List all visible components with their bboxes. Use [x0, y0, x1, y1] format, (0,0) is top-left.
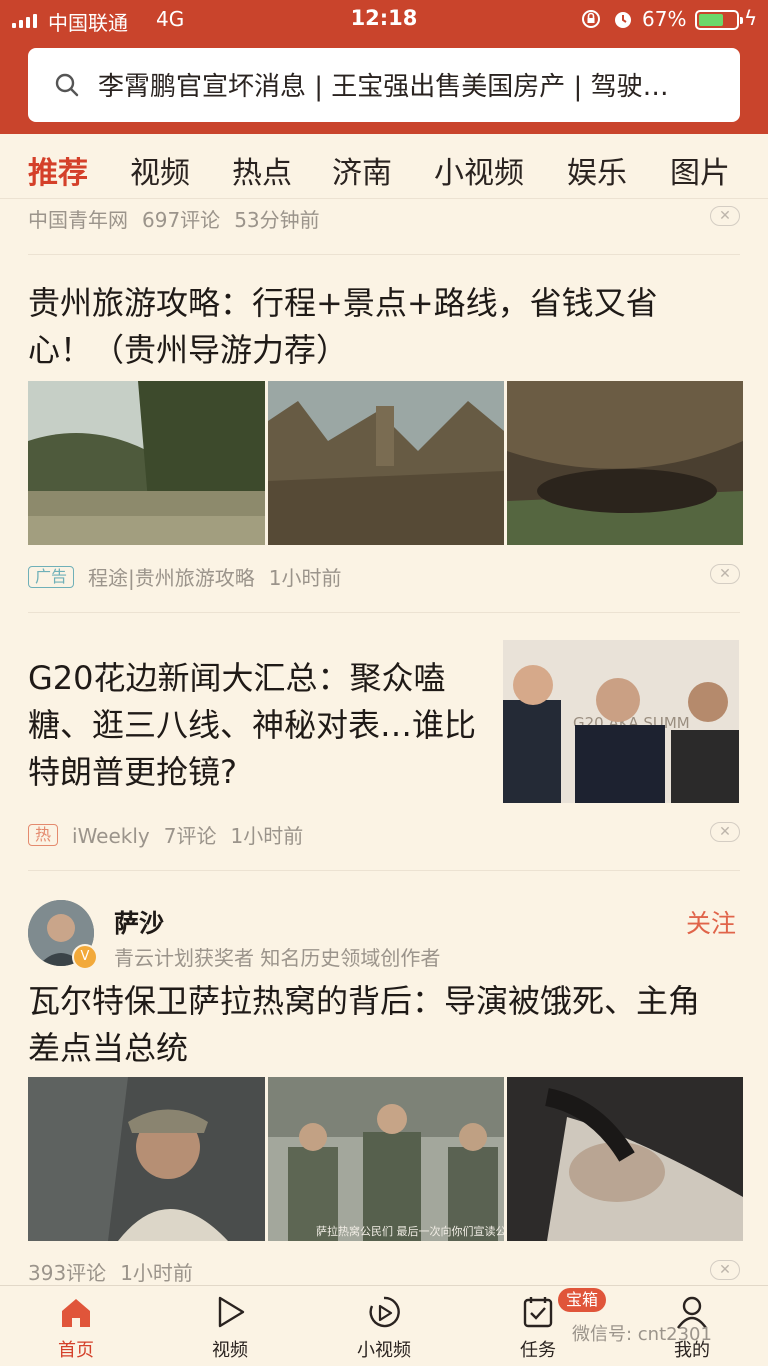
- alarm-icon: [615, 12, 631, 28]
- item1-time: 1小时前: [268, 566, 342, 590]
- battery-icon: [695, 10, 743, 30]
- search-bar[interactable]: 李霄鹏官宣坏消息 | 王宝强出售美国房产 | 驾驶…: [28, 48, 740, 122]
- dislike-button[interactable]: ✕: [710, 206, 740, 226]
- tab-entertainment[interactable]: 娱乐: [567, 148, 627, 192]
- item2-title[interactable]: G20花边新闻大汇总：聚众嗑糖、逛三八线、神秘对表…谁比特朗普更抢镜?: [28, 655, 498, 796]
- battery-fill: [699, 14, 724, 26]
- tab-video[interactable]: 视频: [130, 148, 190, 192]
- search-icon: [55, 73, 79, 97]
- battery-percent: 67%: [642, 7, 687, 31]
- item2-time: 1小时前: [230, 824, 304, 848]
- nav-label: 视频: [212, 1340, 248, 1361]
- charging-icon: ϟ: [744, 6, 758, 30]
- item0-source: 中国青年网: [28, 208, 128, 232]
- item1-meta: 广告 程途|贵州旅游攻略 1小时前: [28, 562, 356, 591]
- nav-label: 首页: [58, 1340, 94, 1361]
- item3-image-3[interactable]: [507, 1077, 743, 1241]
- item3-meta: 393评论 1小时前: [28, 1257, 207, 1286]
- item0-comments: 697评论: [142, 208, 221, 232]
- tab-short-video[interactable]: 小视频: [434, 148, 524, 192]
- home-icon: [62, 1299, 90, 1327]
- short-video-icon: [369, 1296, 400, 1328]
- wechat-watermark: 微信号: cnt2301: [572, 1324, 712, 1345]
- nav-video[interactable]: 视频: [170, 1286, 290, 1366]
- item2-image[interactable]: G20 AKA SUMM: [503, 640, 739, 803]
- search-placeholder: 李霄鹏官宣坏消息 | 王宝强出售美国房产 | 驾驶…: [98, 72, 669, 102]
- tab-jinan[interactable]: 济南: [332, 148, 392, 192]
- item3-image-2[interactable]: 萨拉热窝公民们 最后一次向你们宣读公告: [268, 1077, 504, 1241]
- item1-image-2[interactable]: [268, 381, 504, 545]
- tab-hot[interactable]: 热点: [232, 148, 292, 192]
- item3-time: 1小时前: [120, 1261, 193, 1285]
- item1-image-3[interactable]: [507, 381, 743, 545]
- divider: [28, 254, 740, 255]
- item3-title[interactable]: 瓦尔特保卫萨拉热窝的背后：导演被饿死、主角差点当总统: [28, 978, 718, 1072]
- author-description: 青云计划获奖者 知名历史领域创作者: [114, 946, 441, 970]
- dislike-button[interactable]: ✕: [710, 822, 740, 842]
- item0-time: 53分钟前: [234, 208, 320, 232]
- item1-title[interactable]: 贵州旅游攻略：行程+景点+路线，省钱又省心！（贵州导游力荐）: [28, 280, 718, 374]
- item2-source: iWeekly: [72, 824, 150, 848]
- nav-short-video[interactable]: 小视频: [324, 1286, 444, 1366]
- item3-image-1[interactable]: [28, 1077, 265, 1241]
- divider: [28, 870, 740, 871]
- nav-home[interactable]: 首页: [16, 1286, 136, 1366]
- item1-image-1[interactable]: [28, 381, 265, 545]
- item1-source: 程途|贵州旅游攻略: [88, 566, 255, 590]
- item3-image-caption: 萨拉热窝公民们 最后一次向你们宣读公告: [316, 1224, 504, 1238]
- nav-label: 小视频: [357, 1340, 411, 1361]
- dislike-button[interactable]: ✕: [710, 564, 740, 584]
- rotation-lock-icon: [582, 10, 600, 28]
- follow-button[interactable]: 关注: [686, 904, 736, 940]
- channel-tabs: 推荐 视频 热点 济南 小视频 娱乐 图片: [0, 134, 768, 199]
- play-icon: [218, 1296, 245, 1328]
- verified-badge: V: [72, 944, 98, 970]
- item2-comments: 7评论: [163, 824, 217, 848]
- task-icon: [523, 1297, 553, 1328]
- hot-tag: 热: [28, 824, 59, 846]
- item2-meta: 热 iWeekly 7评论 1小时前: [28, 820, 317, 849]
- ad-tag: 广告: [28, 566, 75, 588]
- author-name[interactable]: 萨沙: [114, 904, 164, 940]
- item3-comments: 393评论: [28, 1261, 107, 1285]
- divider: [28, 612, 740, 613]
- dislike-button[interactable]: ✕: [710, 1260, 740, 1280]
- tab-recommend[interactable]: 推荐: [28, 148, 88, 192]
- tab-pictures[interactable]: 图片: [670, 148, 730, 192]
- top-header: 中国联通 4G 12:18 67% ϟ 李霄鹏官宣坏消息 | 王宝强出售美国房产…: [0, 0, 768, 134]
- status-bar: 中国联通 4G 12:18 67% ϟ: [0, 0, 768, 40]
- item0-meta: 中国青年网 697评论 53分钟前: [28, 204, 334, 233]
- task-badge: 宝箱: [558, 1288, 607, 1312]
